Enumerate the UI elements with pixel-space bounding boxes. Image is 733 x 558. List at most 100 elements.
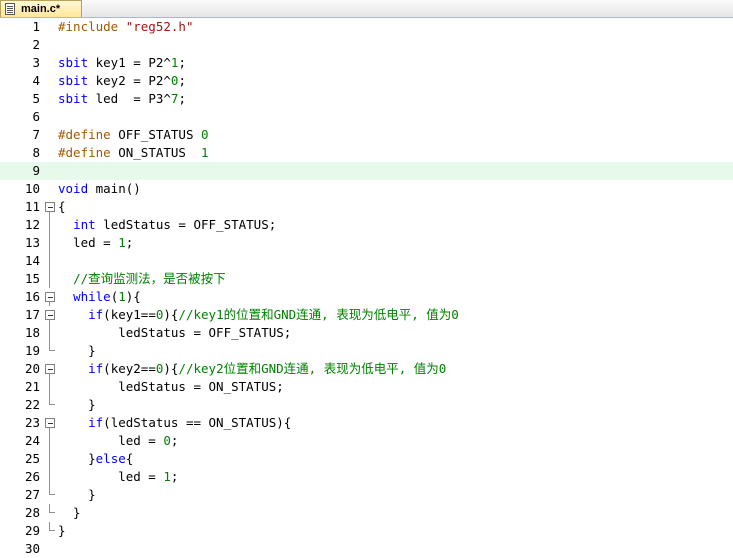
code-line[interactable]: 23 if(ledStatus == ON_STATUS){ (0, 414, 733, 432)
code-line[interactable]: 5 sbit led = P3^7; (0, 90, 733, 108)
line-number: 13 (24, 235, 40, 250)
code-line[interactable]: 13 led = 1; (0, 234, 733, 252)
code-token: 1 (118, 235, 126, 250)
code-token: //key1的位置和GND连通, 表现为低电平, 值为0 (178, 307, 459, 322)
code-text: void main() (58, 180, 141, 198)
code-token: { (125, 451, 134, 466)
code-text: ledStatus = ON_STATUS; (58, 378, 284, 396)
code-line[interactable]: 29} (0, 522, 733, 540)
fold-collapse-icon[interactable] (44, 414, 56, 432)
fold-guide-line (44, 216, 56, 234)
code-text: if(key1==0){//key1的位置和GND连通, 表现为低电平, 值为0 (58, 306, 459, 324)
code-text: #include "reg52.h" (58, 18, 193, 36)
fold-collapse-icon[interactable] (44, 198, 56, 216)
code-line[interactable]: 12 int ledStatus = OFF_STATUS; (0, 216, 733, 234)
fold-end-marker (44, 396, 56, 414)
code-line[interactable]: 10 void main() (0, 180, 733, 198)
code-token: void (58, 181, 89, 196)
code-line[interactable]: 20 if(key2==0){//key2位置和GND连通, 表现为低电平, 值… (0, 360, 733, 378)
code-line[interactable]: 21 ledStatus = ON_STATUS; (0, 378, 733, 396)
code-line[interactable]: 4 sbit key2 = P2^0; (0, 72, 733, 90)
code-line[interactable]: 27 } (0, 486, 733, 504)
fold-guide-line (44, 324, 56, 342)
code-token: else (95, 451, 126, 466)
code-text: if(ledStatus == ON_STATUS){ (58, 414, 291, 432)
line-number: 17 (24, 307, 40, 322)
code-token: } (58, 343, 96, 358)
code-line[interactable]: 11 { (0, 198, 733, 216)
fold-guide-line (44, 234, 56, 252)
code-token: ; (170, 433, 179, 448)
line-number: 25 (24, 451, 40, 466)
code-text: led = 0; (58, 432, 178, 450)
line-number: 12 (24, 217, 40, 232)
line-number: 27 (24, 487, 40, 502)
line-number: 15 (24, 271, 40, 286)
code-token: 0 (201, 127, 209, 142)
fold-guide-line (44, 450, 56, 468)
code-token: main() (88, 181, 141, 196)
code-token: ; (170, 469, 179, 484)
code-line[interactable]: 18 ledStatus = OFF_STATUS; (0, 324, 733, 342)
code-line[interactable]: 17 if(key1==0){//key1的位置和GND连通, 表现为低电平, … (0, 306, 733, 324)
code-token: (ledStatus == ON_STATUS){ (103, 415, 292, 430)
code-token: 1 (163, 469, 171, 484)
code-token: 1 (118, 289, 126, 304)
code-token: #define (58, 145, 119, 160)
code-line[interactable]: 6 (0, 108, 733, 126)
code-line[interactable]: 2 (0, 36, 733, 54)
line-number: 26 (24, 469, 40, 484)
code-line[interactable]: 3 sbit key1 = P2^1; (0, 54, 733, 72)
code-token: //查询监测法，是否被按下 (73, 271, 226, 286)
code-line[interactable]: 9 (0, 162, 733, 180)
code-line[interactable]: 19 } (0, 342, 733, 360)
code-editor[interactable]: 1 #include "reg52.h" 2 3 sbit key1 = P2^1; 4 s… (0, 18, 733, 557)
code-token: led = (58, 433, 164, 448)
code-token: key1 = P2^ (88, 55, 171, 70)
code-line[interactable]: 24 led = 0; (0, 432, 733, 450)
line-number: 4 (32, 73, 40, 88)
tab-main-c[interactable]: main.c* (0, 0, 82, 17)
code-line[interactable]: 1 #include "reg52.h" (0, 18, 733, 36)
line-number: 22 (24, 397, 40, 412)
line-number: 10 (24, 181, 40, 196)
line-number: 30 (24, 541, 40, 556)
code-text: sbit key2 = P2^0; (58, 72, 186, 90)
code-token: led = (58, 469, 164, 484)
line-number: 6 (32, 109, 40, 124)
code-token: sbit (58, 55, 89, 70)
code-line[interactable]: 26 led = 1; (0, 468, 733, 486)
code-text: }else{ (58, 450, 133, 468)
fold-collapse-icon[interactable] (44, 288, 56, 306)
code-token: 0 (163, 433, 171, 448)
code-line[interactable]: 8 #define ON_STATUS 1 (0, 144, 733, 162)
line-number: 20 (24, 361, 40, 376)
code-line[interactable]: 14 (0, 252, 733, 270)
code-line[interactable]: 7 #define OFF_STATUS 0 (0, 126, 733, 144)
code-line[interactable]: 16 while(1){ (0, 288, 733, 306)
code-token: #define (58, 127, 119, 142)
code-line[interactable]: 15 //查询监测法，是否被按下 (0, 270, 733, 288)
code-token: "reg52.h" (125, 19, 194, 34)
fold-collapse-icon[interactable] (44, 360, 56, 378)
code-line[interactable]: 30 (0, 540, 733, 558)
code-token: ; (178, 55, 186, 70)
fold-collapse-icon[interactable] (44, 306, 56, 324)
code-text: if(key2==0){//key2位置和GND连通, 表现为低电平, 值为0 (58, 360, 446, 378)
tab-bar: main.c* (0, 0, 733, 18)
line-number: 3 (32, 55, 40, 70)
code-line[interactable]: 28 } (0, 504, 733, 522)
code-line[interactable]: 22 } (0, 396, 733, 414)
code-text: //查询监测法，是否被按下 (58, 270, 226, 288)
code-line[interactable]: 25 }else{ (0, 450, 733, 468)
code-token: #include (58, 19, 126, 34)
code-token: sbit (58, 73, 89, 88)
code-token: sbit (58, 91, 89, 106)
code-token: while (73, 289, 111, 304)
fold-guide-line (44, 378, 56, 396)
line-number: 2 (32, 37, 40, 52)
code-token: led = (58, 235, 119, 250)
